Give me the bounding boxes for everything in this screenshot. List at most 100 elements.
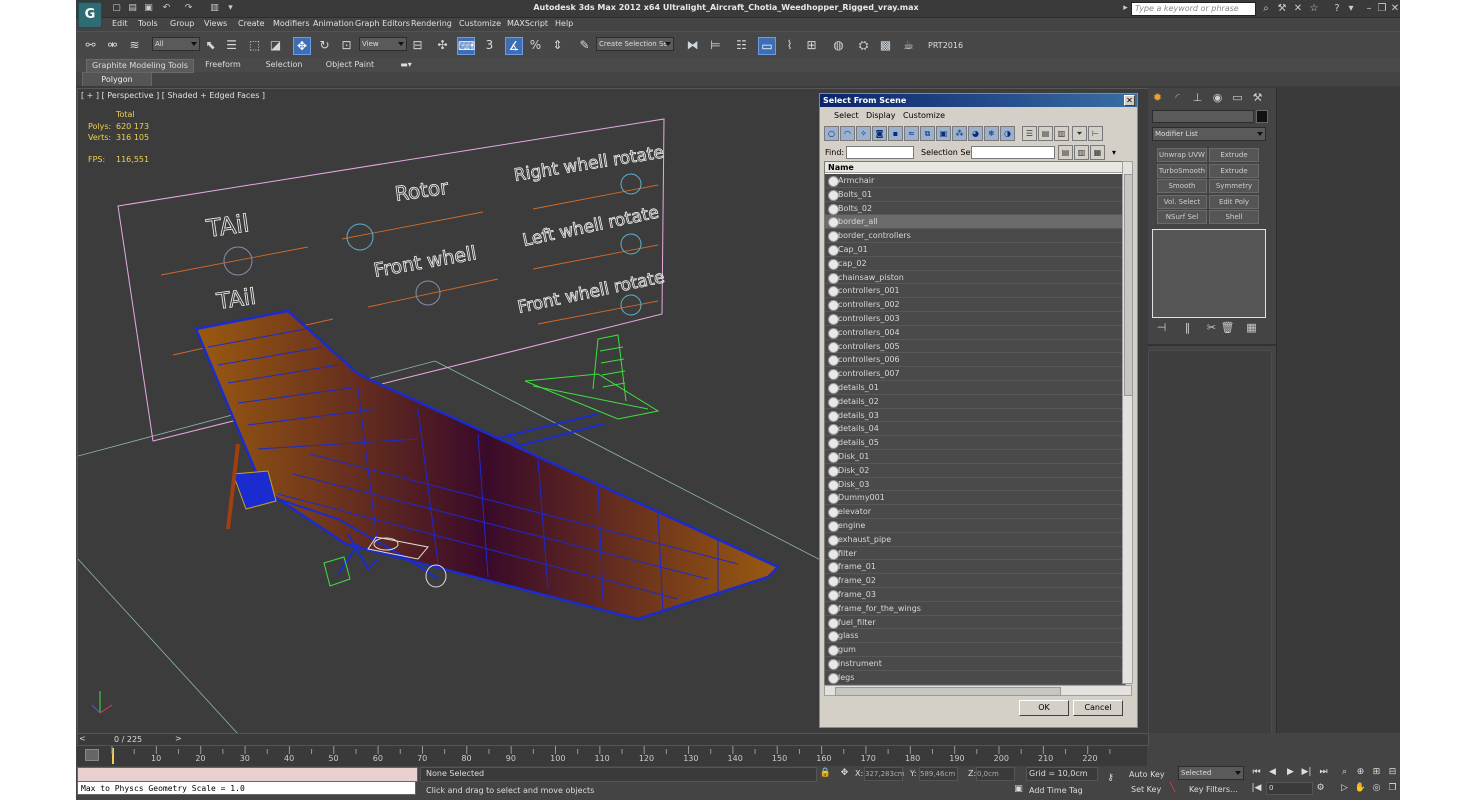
dialog-options-chevron-icon[interactable]: ▾ [1112, 148, 1116, 157]
absolute-mode-icon[interactable]: ✥ [838, 768, 851, 779]
time-slider-next-icon[interactable]: > [175, 734, 182, 743]
list-item[interactable]: Armchair [825, 174, 1125, 188]
display-frozen-icon[interactable]: ❄ [984, 126, 999, 141]
hierarchy-icon[interactable]: ⊢ [1088, 126, 1103, 141]
bind-space-warp-icon[interactable]: ≋ [126, 37, 143, 54]
modifier-button-symmetry[interactable]: Symmetry [1209, 179, 1259, 193]
menu-rendering[interactable]: Rendering [411, 19, 452, 28]
list-item[interactable]: border_controllers [825, 229, 1125, 243]
window-crossing-icon[interactable]: ◪ [267, 37, 284, 54]
list-vertical-scrollbar[interactable] [1122, 161, 1133, 684]
list-item[interactable]: Disk_03 [825, 477, 1125, 492]
display-none-icon[interactable]: ▤ [1038, 126, 1053, 141]
list-item[interactable]: exhaust_pipe [825, 532, 1125, 547]
list-item[interactable]: controllers_004 [825, 325, 1125, 340]
go-to-start-icon[interactable]: ⏮ [1250, 767, 1263, 778]
maxscript-listener-output[interactable]: Max to Physcs Geometry Scale = 1.0 [77, 781, 416, 795]
zoom-all-icon[interactable]: ⊕ [1354, 767, 1367, 778]
rendered-frame-window-icon[interactable]: ▩ [877, 37, 894, 54]
display-lights-icon[interactable]: ✧ [856, 126, 871, 141]
display-all-icon[interactable]: ☰ [1022, 126, 1037, 141]
list-item[interactable]: glass [825, 629, 1125, 644]
menu-edit[interactable]: Edit [112, 19, 128, 28]
modify-panel-icon[interactable]: ◜ [1170, 90, 1185, 105]
remove-from-selection-set-icon[interactable]: ▦ [1090, 145, 1105, 160]
menu-help[interactable]: Help [555, 19, 573, 28]
orbit-icon[interactable]: ◎ [1370, 783, 1383, 794]
selection-lock-icon[interactable]: 🔒 [819, 768, 832, 779]
display-hidden-icon[interactable]: ◑ [1000, 126, 1015, 141]
keyboard-shortcut-override-icon[interactable]: ⌨ [457, 37, 475, 55]
modifier-button-unwrap-uvw[interactable]: Unwrap UVW [1157, 148, 1207, 162]
mirror-icon[interactable]: ⧓ [684, 37, 701, 54]
select-object-icon[interactable]: ⬉ [202, 37, 219, 54]
schematic-view-icon[interactable]: ⊞ [803, 37, 820, 54]
previous-frame-icon[interactable]: ◀ [1266, 767, 1279, 778]
key-filters-button[interactable]: Key Filters... [1189, 785, 1238, 794]
time-slider-prev-icon[interactable]: < [79, 734, 86, 743]
display-panel-icon[interactable]: ▭ [1230, 90, 1245, 105]
list-item[interactable]: instrument [825, 657, 1125, 671]
list-item[interactable]: elevator [825, 505, 1125, 519]
dialog-menu-select[interactable]: Select [834, 111, 859, 120]
select-and-move-icon[interactable]: ✥ [293, 37, 311, 55]
list-item[interactable]: details_04 [825, 422, 1125, 437]
modifier-button-turbosmooth[interactable]: TurboSmooth [1157, 164, 1207, 178]
field-of-view-icon[interactable]: ▷ [1338, 783, 1351, 794]
display-containers-icon[interactable]: ◕ [968, 126, 983, 141]
list-item[interactable]: controllers_002 [825, 298, 1125, 312]
modifier-button-extrude-2[interactable]: Extrude [1209, 164, 1259, 178]
pivot-center-icon[interactable]: ⊟ [409, 37, 426, 54]
make-unique-icon[interactable]: ✂ [1204, 320, 1219, 335]
open-file-icon[interactable]: ▤ [126, 2, 139, 14]
y-coordinate-field[interactable]: 589,46cm [919, 767, 958, 781]
list-item[interactable]: controllers_006 [825, 353, 1125, 368]
display-geometry-icon[interactable]: ○ [824, 126, 839, 141]
tab-freeform[interactable]: Freeform [198, 59, 248, 71]
communication-center-icon[interactable]: ✕ [1291, 2, 1305, 15]
display-bones-icon[interactable]: ⁂ [952, 126, 967, 141]
modifier-button-smooth[interactable]: Smooth [1157, 179, 1207, 193]
track-bar[interactable]: 10 20 30 40 50 60 70 80 90 100 110 120 130 140 150 160 1… [77, 746, 1147, 766]
close-icon[interactable]: ✕ [1388, 2, 1400, 15]
project-folder-icon[interactable]: ▥ [208, 2, 221, 14]
time-configuration-icon[interactable]: ⚙ [1314, 783, 1327, 794]
tab-object-paint[interactable]: Object Paint [320, 59, 380, 71]
menu-animation[interactable]: Animation [313, 19, 354, 28]
list-item[interactable]: gum [825, 643, 1125, 657]
undo-icon[interactable]: ↶ [160, 2, 173, 14]
percent-snap-icon[interactable]: % [527, 37, 544, 54]
modifier-stack-view[interactable] [1152, 229, 1266, 318]
list-item[interactable]: cap_02 [825, 256, 1125, 271]
open-mini-curve-editor-icon[interactable] [85, 749, 99, 761]
menu-modifiers[interactable]: Modifiers [273, 19, 310, 28]
list-item[interactable]: border_all [825, 215, 1125, 230]
default-in-out-tangent-key-icon[interactable]: ⚷ [1104, 773, 1117, 784]
material-editor-icon[interactable]: ◍ [830, 37, 847, 54]
hierarchy-panel-icon[interactable]: ⊥ [1190, 90, 1205, 105]
ok-button[interactable]: OK [1019, 700, 1069, 716]
create-selection-set-icon[interactable]: ▤ [1058, 145, 1073, 160]
horizontal-scroll-thumb[interactable] [835, 687, 1061, 696]
set-key-button[interactable]: Set Key [1131, 785, 1161, 794]
dialog-close-icon[interactable]: ✕ [1124, 95, 1135, 106]
column-header-name[interactable]: Name [825, 162, 1125, 173]
select-and-link-icon[interactable]: ⚯ [82, 37, 99, 54]
selection-set-dropdown[interactable] [971, 146, 1055, 159]
render-production-icon[interactable]: ☕ [900, 37, 917, 54]
invert-display-icon[interactable]: ▥ [1054, 126, 1069, 141]
maximize-viewport-icon[interactable]: ❐ [1386, 783, 1399, 794]
spinner-snap-icon[interactable]: ⇕ [549, 37, 566, 54]
rectangular-selection-icon[interactable]: ⬚ [246, 37, 263, 54]
favorites-star-icon[interactable]: ☆ [1307, 2, 1321, 15]
list-item[interactable]: details_02 [825, 394, 1125, 409]
named-selection-set-dropdown[interactable]: Create Selection Se [596, 37, 674, 51]
application-menu-logo[interactable]: G [78, 2, 102, 28]
quick-access-dropdown-icon[interactable]: ▾ [224, 2, 237, 14]
tab-selection[interactable]: Selection [260, 59, 308, 71]
new-file-icon[interactable]: ▢ [110, 2, 123, 14]
cancel-button[interactable]: Cancel [1073, 700, 1123, 716]
modifier-button-edit-poly[interactable]: Edit Poly [1209, 195, 1259, 209]
layer-manager-icon[interactable]: ☷ [733, 37, 750, 54]
snaps-toggle-icon[interactable]: 3 [481, 37, 498, 54]
